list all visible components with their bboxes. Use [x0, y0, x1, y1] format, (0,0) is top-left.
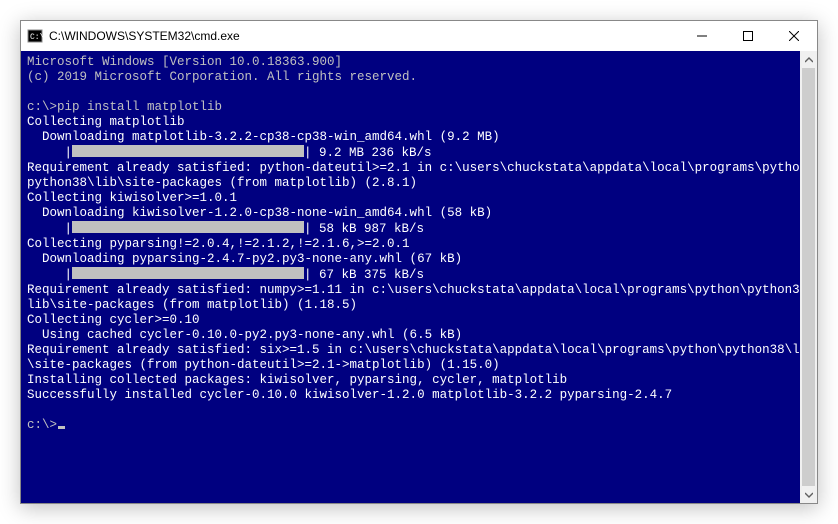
output-line: Downloading pyparsing-2.4.7-py2.py3-none… [27, 252, 462, 266]
progress-pipe: | [27, 146, 72, 160]
progress-bar [72, 145, 304, 157]
svg-text:C:\: C:\ [30, 33, 43, 42]
maximize-button[interactable] [725, 21, 771, 51]
progress-pipe: | [27, 268, 72, 282]
scroll-down-arrow[interactable] [800, 486, 817, 503]
cmd-window: C:\ C:\WINDOWS\SYSTEM32\cmd.exe Microsof… [20, 20, 818, 504]
output-line: Installing collected packages: kiwisolve… [27, 373, 567, 387]
close-button[interactable] [771, 21, 817, 51]
titlebar[interactable]: C:\ C:\WINDOWS\SYSTEM32\cmd.exe [21, 21, 817, 51]
progress-bar [72, 221, 304, 233]
output-line: Downloading matplotlib-3.2.2-cp38-cp38-w… [27, 130, 500, 144]
output-line: Collecting matplotlib [27, 115, 185, 129]
progress-status: | 9.2 MB 236 kB/s [304, 146, 432, 160]
progress-status: | 58 kB 987 kB/s [304, 222, 424, 236]
progress-pipe: | [27, 222, 72, 236]
cmd-icon: C:\ [27, 28, 43, 44]
scroll-thumb[interactable] [802, 68, 815, 486]
copyright-line: (c) 2019 Microsoft Corporation. All righ… [27, 70, 417, 84]
progress-bar [72, 267, 304, 279]
prompt: c:\> [27, 418, 57, 432]
output-line: Downloading kiwisolver-1.2.0-cp38-none-w… [27, 206, 492, 220]
output-line: Successfully installed cycler-0.10.0 kiw… [27, 388, 672, 402]
output-line: Collecting kiwisolver>=1.0.1 [27, 191, 237, 205]
terminal-output[interactable]: Microsoft Windows [Version 10.0.18363.90… [21, 51, 800, 503]
scroll-track[interactable] [800, 68, 817, 486]
progress-status: | 67 kB 375 kB/s [304, 268, 424, 282]
output-line: Requirement already satisfied: numpy>=1.… [27, 283, 800, 312]
output-line: Using cached cycler-0.10.0-py2.py3-none-… [27, 328, 462, 342]
command-text: pip install matplotlib [57, 100, 222, 114]
terminal-area: Microsoft Windows [Version 10.0.18363.90… [21, 51, 817, 503]
minimize-button[interactable] [679, 21, 725, 51]
output-line: Collecting pyparsing!=2.0.4,!=2.1.2,!=2.… [27, 237, 410, 251]
prompt: c:\> [27, 100, 57, 114]
window-title: C:\WINDOWS\SYSTEM32\cmd.exe [49, 29, 679, 43]
cursor [58, 426, 65, 429]
output-line: Collecting cycler>=0.10 [27, 313, 200, 327]
version-line: Microsoft Windows [Version 10.0.18363.90… [27, 55, 342, 69]
scroll-up-arrow[interactable] [800, 51, 817, 68]
output-line: Requirement already satisfied: python-da… [27, 161, 800, 190]
vertical-scrollbar[interactable] [800, 51, 817, 503]
output-line: Requirement already satisfied: six>=1.5 … [27, 343, 800, 372]
window-controls [679, 21, 817, 51]
